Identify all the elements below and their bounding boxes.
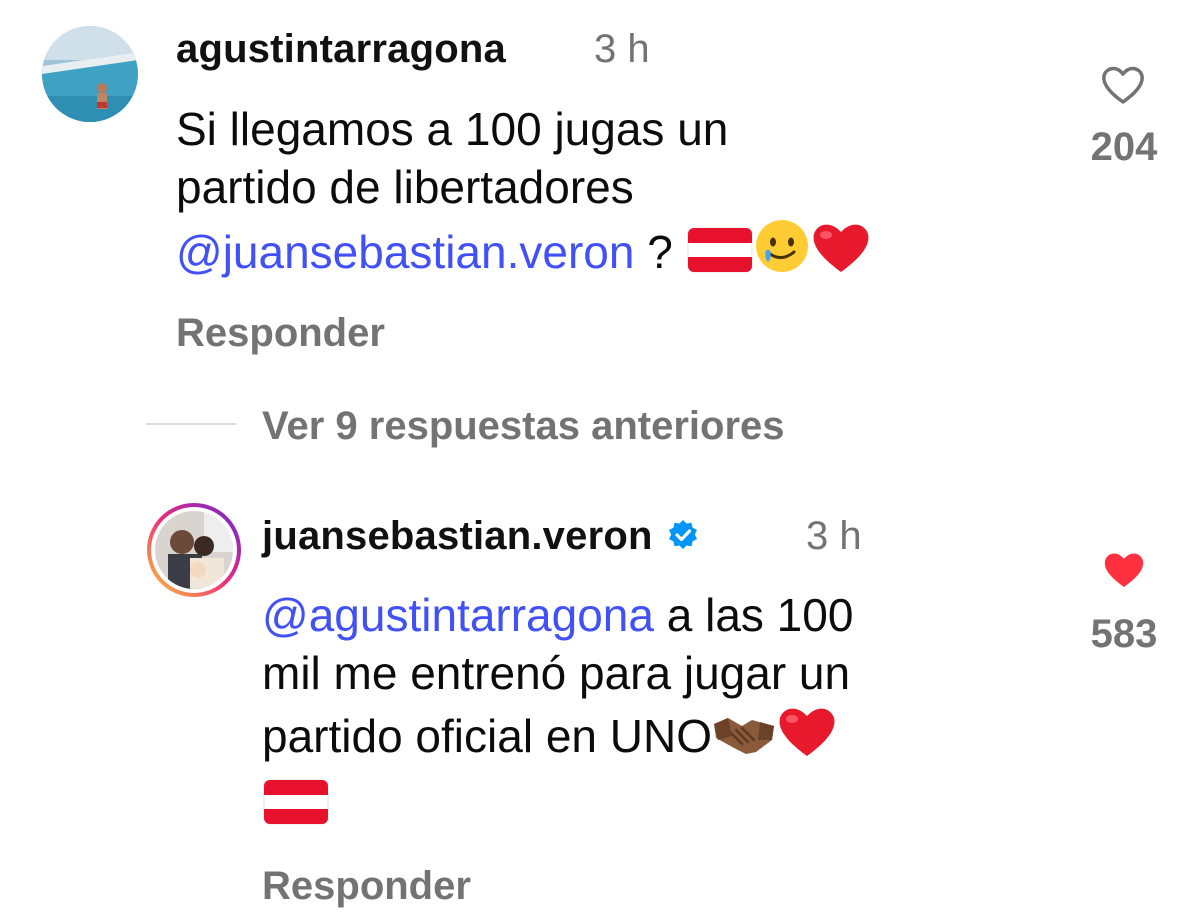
handshake-emoji bbox=[712, 710, 776, 771]
comment-text-line: @agustintarragona a las 100 bbox=[262, 586, 1062, 644]
comment-text-suffix: ? bbox=[634, 226, 686, 278]
username-text: juansebastian.veron bbox=[262, 514, 653, 558]
comment-text-line: partido de libertadores bbox=[176, 161, 634, 213]
threads-at-icon: @ bbox=[176, 226, 223, 278]
mention-username: juansebastian.veron bbox=[222, 226, 635, 278]
username[interactable]: juansebastian.veron bbox=[262, 514, 699, 561]
red-heart-emoji bbox=[810, 218, 872, 287]
replies-divider bbox=[146, 423, 236, 425]
mention-link[interactable]: @agustintarragona bbox=[262, 589, 654, 641]
reply-button[interactable]: Responder bbox=[176, 311, 385, 356]
like-count: 583 bbox=[1090, 612, 1158, 656]
comment-text-line: partido oficial en UNO bbox=[262, 702, 1062, 771]
flag-emoji bbox=[686, 226, 754, 287]
flag-emoji bbox=[262, 778, 330, 839]
threads-at-icon: @ bbox=[262, 589, 309, 641]
red-heart-emoji bbox=[776, 702, 838, 771]
comment-text: Si llegamos a 100 jugas un partido de li… bbox=[176, 100, 1056, 287]
comment-text-line: Si llegamos a 100 jugas un bbox=[176, 103, 729, 155]
username[interactable]: agustintarragona bbox=[176, 27, 506, 72]
smiling-tear-emoji bbox=[754, 218, 810, 287]
comment-text-segment: a las 100 bbox=[653, 589, 854, 641]
mention-username: agustintarragona bbox=[308, 589, 654, 641]
mention-link[interactable]: @juansebastian.veron bbox=[176, 226, 634, 278]
heart-outline-icon[interactable] bbox=[1100, 64, 1146, 111]
timestamp: 3 h bbox=[806, 514, 862, 558]
comment-text-segment: partido oficial en UNO bbox=[262, 710, 712, 762]
comment-text-line bbox=[262, 775, 1062, 839]
avatar-story-ring[interactable] bbox=[146, 502, 242, 598]
view-previous-replies-button[interactable]: Ver 9 respuestas anteriores bbox=[262, 404, 785, 449]
avatar[interactable] bbox=[42, 26, 138, 122]
verified-badge-icon bbox=[667, 516, 699, 561]
comment-text: @agustintarragona a las 100 mil me entre… bbox=[262, 586, 1062, 839]
timestamp: 3 h bbox=[594, 27, 650, 71]
heart-filled-icon[interactable] bbox=[1102, 550, 1146, 595]
comment-text-line: @juansebastian.veron ? bbox=[176, 218, 1056, 287]
comment-text-line: mil me entrenó para jugar un bbox=[262, 647, 851, 699]
reply-button[interactable]: Responder bbox=[262, 864, 471, 909]
like-count: 204 bbox=[1090, 125, 1158, 169]
